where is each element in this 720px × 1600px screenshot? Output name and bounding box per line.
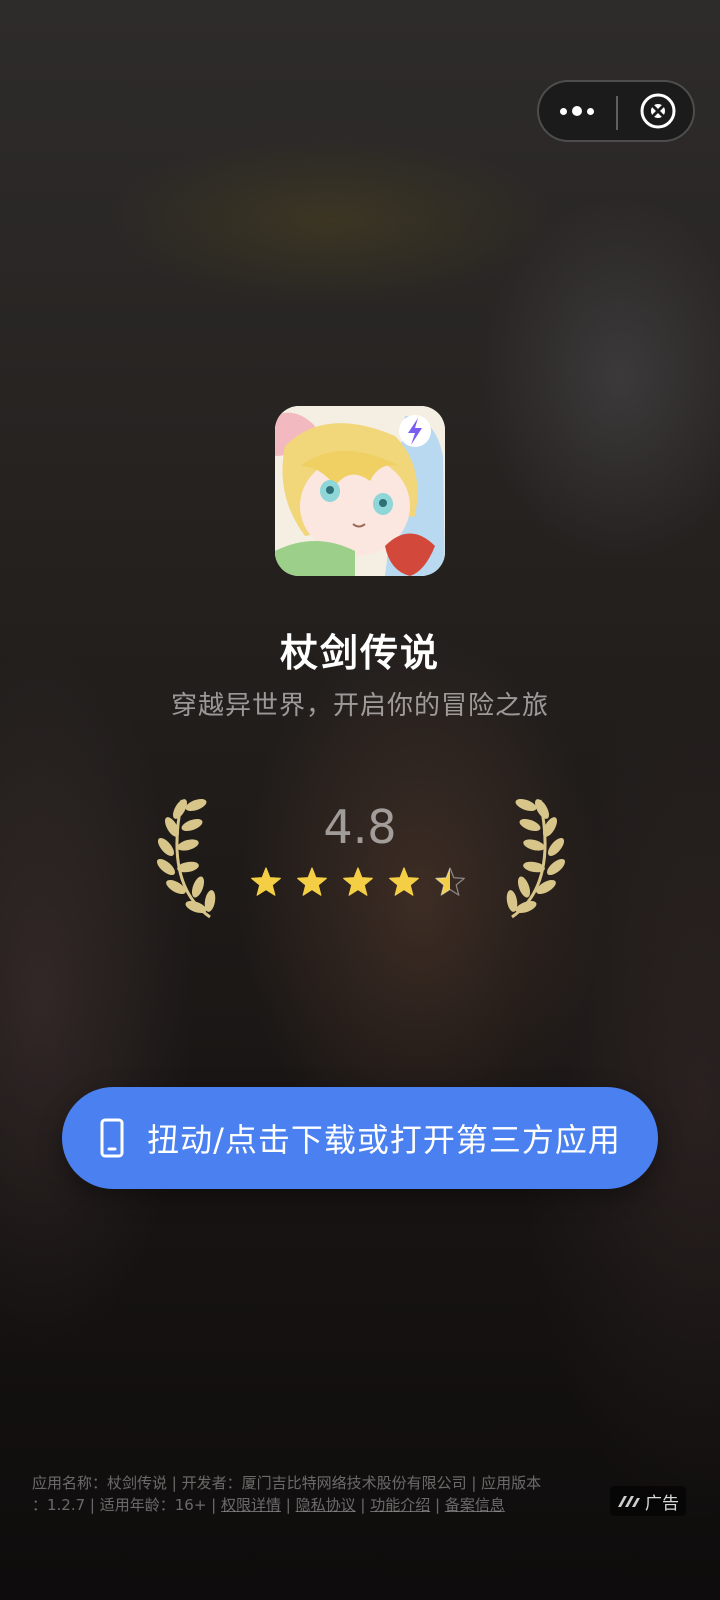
more-button[interactable] <box>547 88 607 134</box>
star-icon <box>435 867 465 896</box>
capsule-divider <box>616 96 618 130</box>
capsule-menu <box>537 80 695 142</box>
more-dot-center <box>572 106 582 116</box>
footer-version-age: ：1.2.7 | 适用年龄：16+ | <box>32 1496 222 1514</box>
more-dot-right <box>587 107 594 115</box>
feature-intro-link[interactable]: 功能介绍 <box>370 1496 430 1514</box>
footer-line-2: ：1.2.7 | 适用年龄：16+ | 权限详情 | 隐私协议 | 功能介绍 |… <box>32 1494 592 1516</box>
app-icon <box>275 406 445 576</box>
app-slogan: 穿越异世界，开启你的冒险之旅 <box>170 691 549 721</box>
rating-stars <box>251 867 465 896</box>
download-open-label: 扭动/点击下载或打开第三方应用 <box>147 1121 621 1159</box>
download-open-button[interactable]: 扭动/点击下载或打开第三方应用 <box>62 1087 658 1189</box>
phone-icon <box>100 1118 124 1158</box>
close-button[interactable] <box>635 88 681 134</box>
footer-sep: | <box>281 1496 296 1514</box>
footer-sep: | <box>355 1496 371 1514</box>
ad-badge[interactable]: 广告 <box>610 1486 686 1516</box>
star-icon <box>251 867 281 896</box>
rating-value: 4.8 <box>323 800 397 854</box>
permission-details-link[interactable]: 权限详情 <box>221 1496 281 1514</box>
star-icon <box>343 867 373 896</box>
ad-logo-icon <box>618 1496 640 1507</box>
star-icon <box>297 867 327 896</box>
app-name: 杖剑传说 <box>279 631 440 675</box>
filing-info-link[interactable]: 备案信息 <box>445 1496 505 1514</box>
privacy-policy-link[interactable]: 隐私协议 <box>296 1496 356 1514</box>
footer-sep: | <box>430 1496 445 1514</box>
star-icon <box>389 867 419 896</box>
footer-line-1: 应用名称：杖剑传说 | 开发者：厦门吉比特网络技术股份有限公司 | 应用版本 <box>32 1474 542 1492</box>
ad-label: 广告 <box>645 1493 679 1514</box>
close-target-icon <box>640 93 676 129</box>
app-info-footer: 应用名称：杖剑传说 | 开发者：厦门吉比特网络技术股份有限公司 | 应用版本 ：… <box>32 1472 592 1516</box>
more-dots-icon <box>560 107 567 115</box>
